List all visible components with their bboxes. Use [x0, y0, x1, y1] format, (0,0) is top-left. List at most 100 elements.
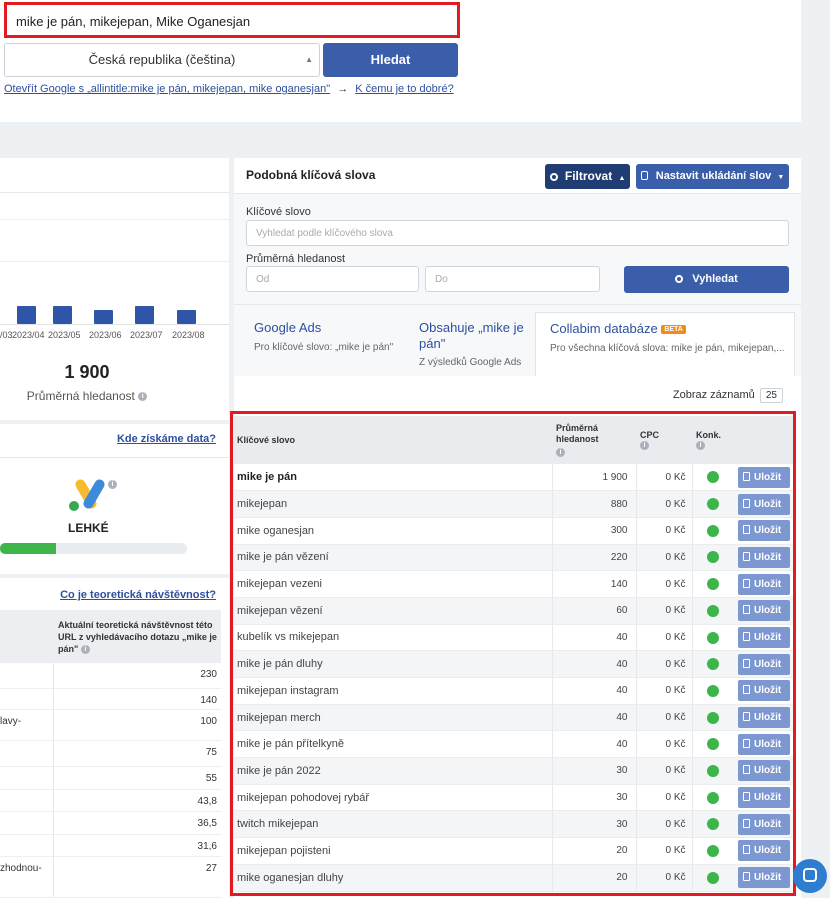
caret-up-icon: ▲ — [618, 175, 626, 182]
volume-cell: 880 — [551, 490, 637, 518]
save-button[interactable]: Uložit — [738, 787, 790, 809]
save-button[interactable]: Uložit — [738, 813, 790, 835]
cpc-cell: 0 Kč — [636, 544, 693, 572]
where-data-link[interactable]: Kde získáme data? — [117, 433, 216, 445]
collabim-icon — [743, 792, 750, 802]
volume-cell: 40 — [551, 650, 637, 678]
volume-cell: 30 — [551, 757, 637, 785]
save-button[interactable]: Uložit — [738, 733, 790, 755]
header-cpc[interactable]: CPC i — [636, 416, 692, 464]
keyword-search-input[interactable]: mike je pán, mikejepan, Mike Oganesjan — [4, 2, 460, 38]
save-button[interactable]: Uložit — [738, 520, 790, 542]
competition-dot-icon — [706, 471, 719, 484]
traffic-row: 140 — [0, 689, 221, 710]
chart-bar[interactable] — [53, 306, 72, 324]
open-google-link[interactable]: Otevřít Google s „allintitle:mike je pán… — [4, 83, 330, 95]
keyword-cell: mikejepan merch — [234, 704, 552, 732]
chart-bar[interactable] — [17, 306, 36, 324]
info-icon[interactable]: i — [640, 441, 649, 451]
save-button[interactable]: Uložit — [738, 760, 790, 782]
tab-contains[interactable]: Obsahuje „mike je pán" Z výsledků Google… — [419, 320, 524, 369]
save-button[interactable]: Uložit — [738, 573, 790, 595]
competition-dot-icon — [706, 498, 719, 511]
save-button[interactable]: Uložit — [738, 840, 790, 862]
save-label: Uložit — [754, 551, 782, 563]
competition-dot-icon — [706, 578, 719, 591]
save-button[interactable]: Uložit — [738, 626, 790, 648]
save-button[interactable]: Uložit — [738, 707, 790, 729]
gridline — [0, 219, 229, 220]
difficulty-card: Kde získáme data? i LEHKÉ — [0, 424, 229, 574]
caret-down-icon: ▼ — [777, 174, 785, 181]
filter-button[interactable]: Filtrovat ▲ — [545, 164, 630, 189]
info-icon[interactable]: i — [696, 441, 705, 451]
table-row: mikejepan vězení 60 0 Kč Uložit — [234, 597, 794, 625]
volume-from-input[interactable]: Od — [246, 266, 419, 292]
info-icon[interactable]: i — [80, 645, 90, 655]
save-cell: Uložit — [738, 464, 794, 492]
table-row: mikejepan vezeni 140 0 Kč Uložit — [234, 570, 794, 598]
save-settings-button[interactable]: Nastavit ukládání slov ▼ — [636, 164, 789, 189]
table-row: mikejepan pojisteni 20 0 Kč Uložit — [234, 837, 794, 865]
vyhledat-button[interactable]: Vyhledat — [624, 266, 789, 293]
traffic-row-fragment: zhodnou- — [0, 863, 42, 874]
header-competition-label: Konk. — [696, 429, 722, 440]
volume-to-input[interactable]: Do — [425, 266, 600, 292]
save-label: Uložit — [754, 738, 782, 750]
tab-subtitle: Pro klíčové slovo: „mike je pán" — [254, 342, 394, 353]
save-label: Uložit — [754, 525, 782, 537]
save-button[interactable]: Uložit — [738, 600, 790, 622]
save-cell: Uložit — [738, 810, 794, 839]
collabim-icon — [743, 578, 750, 588]
search-button[interactable]: Hledat — [323, 43, 458, 77]
competition-cell — [692, 757, 738, 785]
info-icon[interactable]: i — [556, 447, 565, 457]
info-icon[interactable]: i — [138, 392, 148, 402]
chart-bar[interactable] — [135, 306, 154, 324]
save-button[interactable]: Uložit — [738, 546, 790, 568]
save-button[interactable]: Uložit — [738, 680, 790, 702]
tab-google-ads[interactable]: Google Ads Pro klíčové slovo: „mike je p… — [254, 320, 404, 354]
save-cell: Uložit — [738, 650, 794, 678]
save-label: Uložit — [754, 845, 782, 857]
competition-cell — [692, 810, 738, 839]
filter-button-label: Filtrovat — [564, 169, 613, 183]
difficulty-track — [0, 543, 187, 554]
table-row: mike je pán dluhy 40 0 Kč Uložit — [234, 650, 794, 678]
table-row: mike je pán 2022 30 0 Kč Uložit — [234, 757, 794, 785]
save-label: Uložit — [754, 685, 782, 697]
keyword-cell: twitch mikejepan — [234, 810, 552, 839]
keyword-cell: mike oganesjan dluhy — [234, 864, 552, 892]
why-link[interactable]: K čemu je to dobré? — [355, 83, 453, 95]
tab-subtitle: Z výsledků Google Ads — [419, 357, 522, 368]
volume-cell: 40 — [551, 704, 637, 732]
keywords-table-body: mike je pán 1 900 0 Kč Uložit mikejepan 880 0 … — [234, 464, 794, 892]
save-button[interactable]: Uložit — [738, 867, 790, 889]
save-button[interactable]: Uložit — [738, 653, 790, 675]
keyword-filter-input[interactable]: Vyhledat podle klíčového slova — [246, 220, 789, 246]
volume-cell: 140 — [551, 570, 637, 598]
country-select-value: Česká republika (čeština) — [88, 52, 236, 67]
chat-button[interactable] — [793, 859, 827, 893]
save-cell: Uložit — [738, 597, 794, 625]
competition-cell — [692, 677, 738, 705]
chart-bar[interactable] — [94, 310, 113, 324]
traffic-link[interactable]: Co je teoretická návštěvnost? — [60, 589, 216, 601]
collabim-icon — [743, 498, 750, 508]
save-button[interactable]: Uložit — [738, 466, 790, 488]
x-tick-label: 2023/06 — [89, 330, 122, 340]
tab-collabim-database[interactable]: Collabim databáze BETA Pro všechna klíčo… — [535, 312, 795, 376]
cpc-cell: 0 Kč — [636, 677, 693, 705]
search-icon — [549, 173, 558, 181]
chart-bar[interactable] — [177, 310, 196, 324]
header-competition[interactable]: Konk. i — [692, 416, 794, 464]
traffic-row: 75 — [0, 741, 221, 767]
save-button[interactable]: Uložit — [738, 493, 790, 515]
records-select[interactable]: 25 — [759, 388, 783, 403]
header-volume[interactable]: Průměrná hledanost i — [552, 416, 636, 464]
header-keyword[interactable]: Klíčové slovo — [234, 416, 552, 464]
country-select[interactable]: Česká republika (čeština) ▲ — [4, 43, 320, 77]
info-icon[interactable]: i — [108, 480, 117, 489]
traffic-row: 230 — [0, 663, 221, 689]
collabim-icon — [743, 738, 750, 748]
